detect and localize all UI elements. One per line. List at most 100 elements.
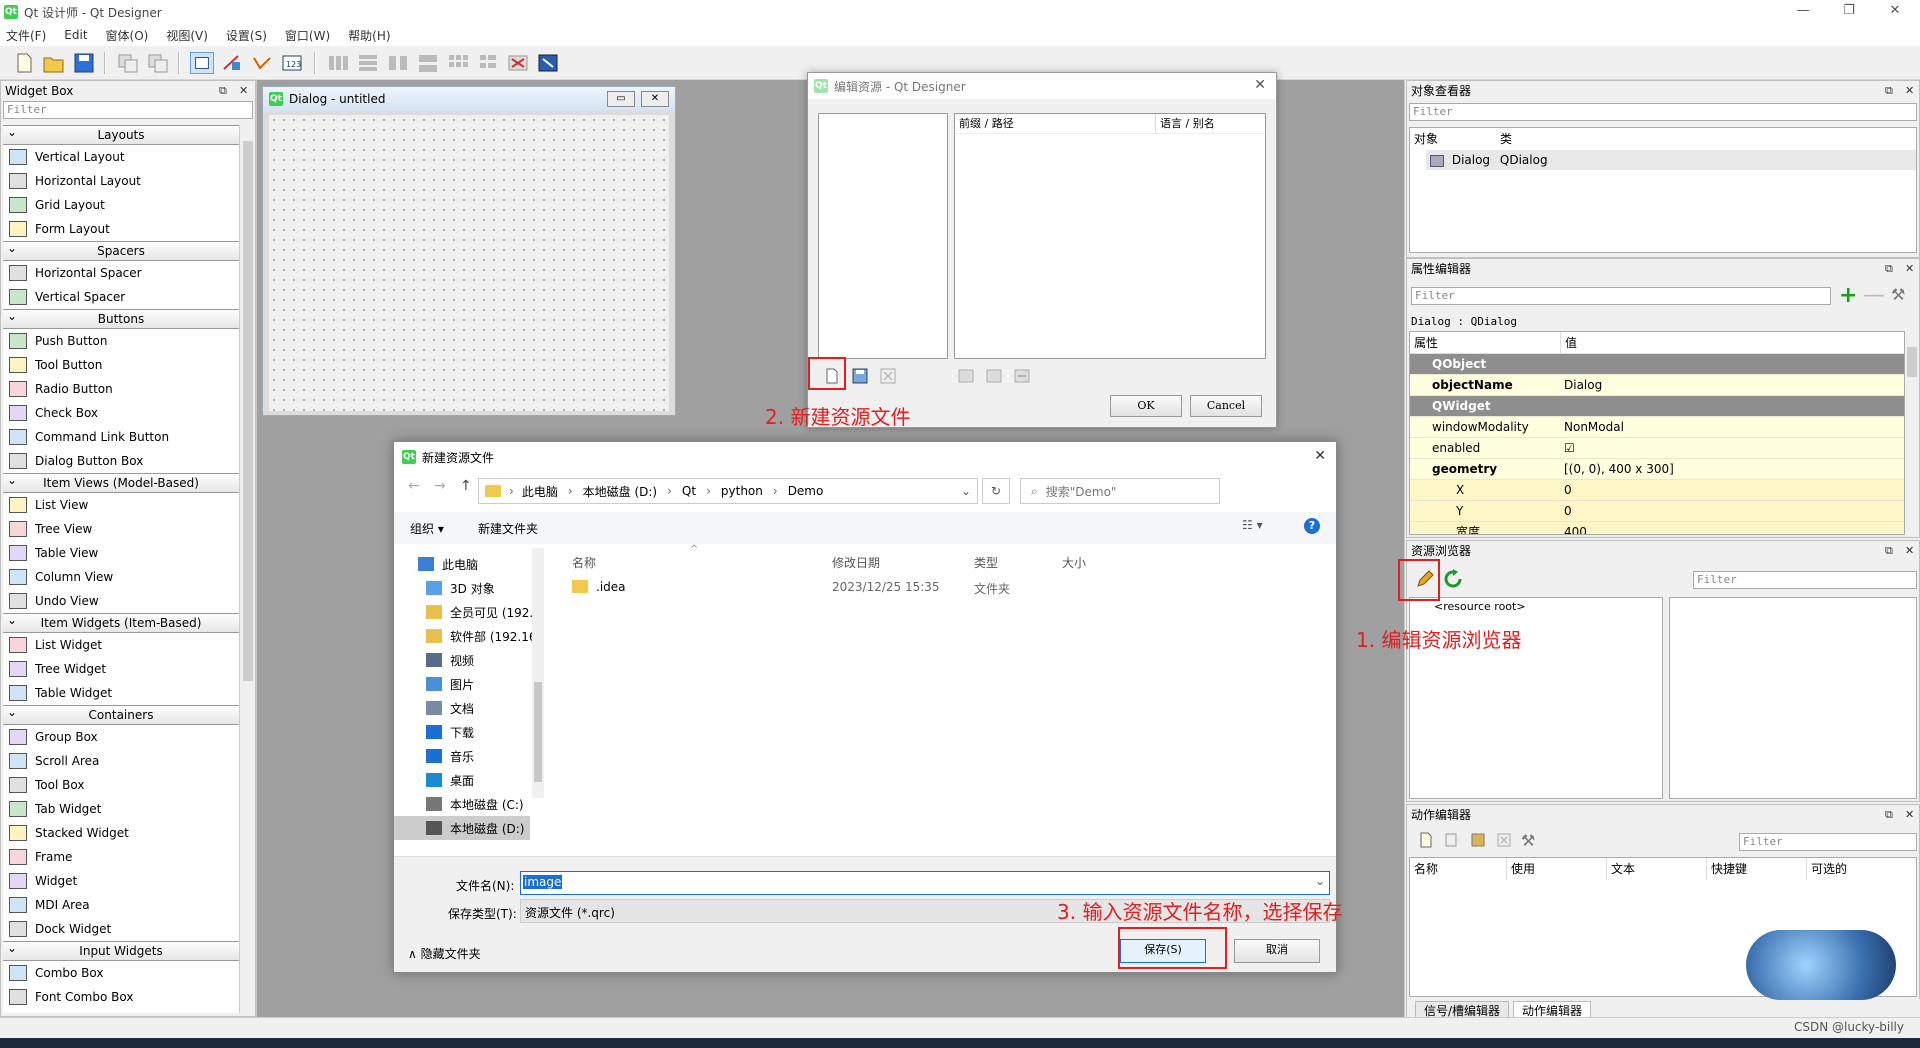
layout-grid-icon[interactable] (446, 52, 470, 74)
widget-item[interactable]: Tree View (3, 517, 239, 541)
forward-icon[interactable]: → (434, 478, 446, 494)
edit-buddies-icon[interactable] (250, 52, 274, 74)
breadcrumb-2[interactable]: Qt (682, 484, 696, 498)
resource-file-view[interactable] (1669, 597, 1917, 799)
cancel-button[interactable]: Cancel (1190, 395, 1262, 417)
widget-item[interactable]: Grid Layout (3, 193, 239, 217)
remove-qrc-icon[interactable] (878, 367, 898, 385)
float-icon[interactable]: ⧉ (1885, 541, 1893, 561)
remove-item-icon[interactable] (1012, 367, 1032, 385)
organize-button[interactable]: 组织 ▾ (410, 520, 444, 537)
open-qrc-icon[interactable] (850, 367, 870, 385)
copy-icon[interactable] (116, 52, 140, 74)
close-button[interactable]: ✕ (1872, 0, 1918, 24)
copy-action-icon[interactable] (1443, 831, 1461, 849)
nav-item[interactable]: 软件部 (192.168 (426, 624, 540, 648)
widget-item[interactable]: Tree Widget (3, 657, 239, 681)
layout-form-icon[interactable] (476, 52, 500, 74)
refresh-icon[interactable]: ↻ (982, 478, 1010, 504)
nav-item[interactable]: 下载 (426, 720, 474, 744)
header-type[interactable]: 类型 (974, 554, 998, 571)
widget-item[interactable]: Widget (3, 869, 239, 893)
nav-item[interactable]: 本地磁盘 (C:) (426, 792, 524, 816)
category-header[interactable]: Item Views (Model-Based) (3, 471, 239, 493)
float-icon[interactable]: ⧉ (1885, 81, 1893, 101)
nav-item[interactable]: 全员可见 (192.1 (426, 600, 540, 624)
property-row[interactable]: windowModality NonModal (1410, 417, 1904, 438)
breadcrumb-1[interactable]: 本地磁盘 (D:) (583, 483, 657, 500)
close-icon[interactable]: ✕ (1905, 81, 1914, 101)
header-date[interactable]: 修改日期 (832, 554, 880, 571)
add-files-icon[interactable] (984, 367, 1004, 385)
property-scrollbar[interactable] (1905, 331, 1919, 535)
help-icon[interactable]: ? (1304, 518, 1320, 534)
nav-item[interactable]: 本地磁盘 (D:) (394, 816, 530, 840)
search-box[interactable]: ⌕ 搜索"Demo" (1020, 478, 1220, 504)
float-icon[interactable]: ⧉ (1885, 805, 1893, 825)
property-value[interactable]: [(0, 0), 400 x 300] (1564, 459, 1674, 479)
configure-icon[interactable]: ⚒ (1891, 285, 1905, 304)
menu-help[interactable]: 帮助(H) (348, 27, 390, 44)
breadcrumb-3[interactable]: python (721, 484, 763, 498)
widget-item[interactable]: MDI Area (3, 893, 239, 917)
delete-action-icon[interactable] (1495, 831, 1513, 849)
widget-item[interactable]: Dock Widget (3, 917, 239, 941)
menu-window[interactable]: 窗口(W) (285, 27, 330, 44)
property-value[interactable]: 0 (1564, 501, 1572, 521)
open-folder-icon[interactable] (42, 52, 66, 74)
widget-item[interactable]: Command Link Button (3, 425, 239, 449)
widget-box-scrollbar[interactable] (239, 125, 255, 1013)
widget-box-filter[interactable]: Filter (3, 101, 253, 119)
close-icon[interactable]: ✕ (239, 81, 248, 101)
category-header[interactable]: Input Widgets (3, 939, 239, 961)
maximize-button[interactable]: ❐ (1826, 0, 1872, 24)
nav-item[interactable]: 3D 对象 (426, 576, 495, 600)
category-header[interactable]: Buttons (3, 307, 239, 329)
remove-property-icon[interactable]: — (1863, 283, 1885, 308)
object-inspector-filter[interactable]: Filter (1409, 103, 1917, 121)
category-header[interactable]: Item Widgets (Item-Based) (3, 611, 239, 633)
category-header[interactable]: Spacers (3, 239, 239, 261)
property-row[interactable]: objectName Dialog (1410, 375, 1904, 396)
property-row[interactable]: 宽度 400 (1410, 522, 1904, 534)
nav-item[interactable]: 此电脑 (418, 552, 478, 576)
property-value[interactable]: Dialog (1564, 375, 1602, 395)
minimize-button[interactable]: — (1780, 0, 1826, 24)
menu-edit[interactable]: Edit (64, 28, 87, 42)
resource-filter[interactable]: Filter (1693, 571, 1917, 589)
widget-item[interactable]: Tool Button (3, 353, 239, 377)
nav-item[interactable]: 音乐 (426, 744, 474, 768)
category-header[interactable]: Layouts (3, 125, 239, 145)
close-icon[interactable]: ✕ (641, 91, 669, 107)
object-row-dialog[interactable]: Dialog QDialog (1426, 150, 1916, 170)
add-property-icon[interactable]: + (1839, 283, 1857, 308)
widget-item[interactable]: Vertical Spacer (3, 285, 239, 309)
file-row[interactable]: .idea 2023/12/25 15:35 文件夹 (564, 576, 1164, 600)
widget-item[interactable]: Horizontal Layout (3, 169, 239, 193)
form-window[interactable]: Qt Dialog - untitled ▭ ✕ (262, 86, 676, 416)
up-icon[interactable]: ↑ (460, 478, 472, 494)
paste-icon[interactable] (146, 52, 170, 74)
cancel-button[interactable]: 取消 (1234, 939, 1320, 963)
scrollbar-thumb[interactable] (243, 141, 253, 681)
address-bar[interactable]: › 此电脑 › 本地磁盘 (D:) › Qt › python › Demo ⌄ (478, 478, 978, 504)
paste-action-icon[interactable] (1469, 831, 1487, 849)
nav-item[interactable]: 视频 (426, 648, 474, 672)
add-prefix-icon[interactable] (956, 367, 976, 385)
property-value[interactable]: NonModal (1564, 417, 1624, 437)
hide-folders-toggle[interactable]: ∧ 隐藏文件夹 (408, 945, 481, 962)
float-icon[interactable]: ⧉ (219, 81, 227, 101)
adjust-size-icon[interactable] (536, 52, 560, 74)
menu-settings[interactable]: 设置(S) (226, 27, 267, 44)
qrc-file-list[interactable] (818, 113, 948, 359)
action-filter[interactable]: Filter (1739, 833, 1917, 851)
widget-item[interactable]: Group Box (3, 725, 239, 749)
widget-item[interactable]: Line Edit (3, 1009, 239, 1013)
widget-item[interactable]: Vertical Layout (3, 145, 239, 169)
nav-scrollbar[interactable] (532, 548, 544, 798)
widget-item[interactable]: List View (3, 493, 239, 517)
widget-item[interactable]: Table Widget (3, 681, 239, 705)
breadcrumb-0[interactable]: 此电脑 (522, 483, 558, 500)
edit-widgets-icon[interactable] (190, 52, 214, 74)
property-filter[interactable]: Filter (1411, 287, 1831, 305)
